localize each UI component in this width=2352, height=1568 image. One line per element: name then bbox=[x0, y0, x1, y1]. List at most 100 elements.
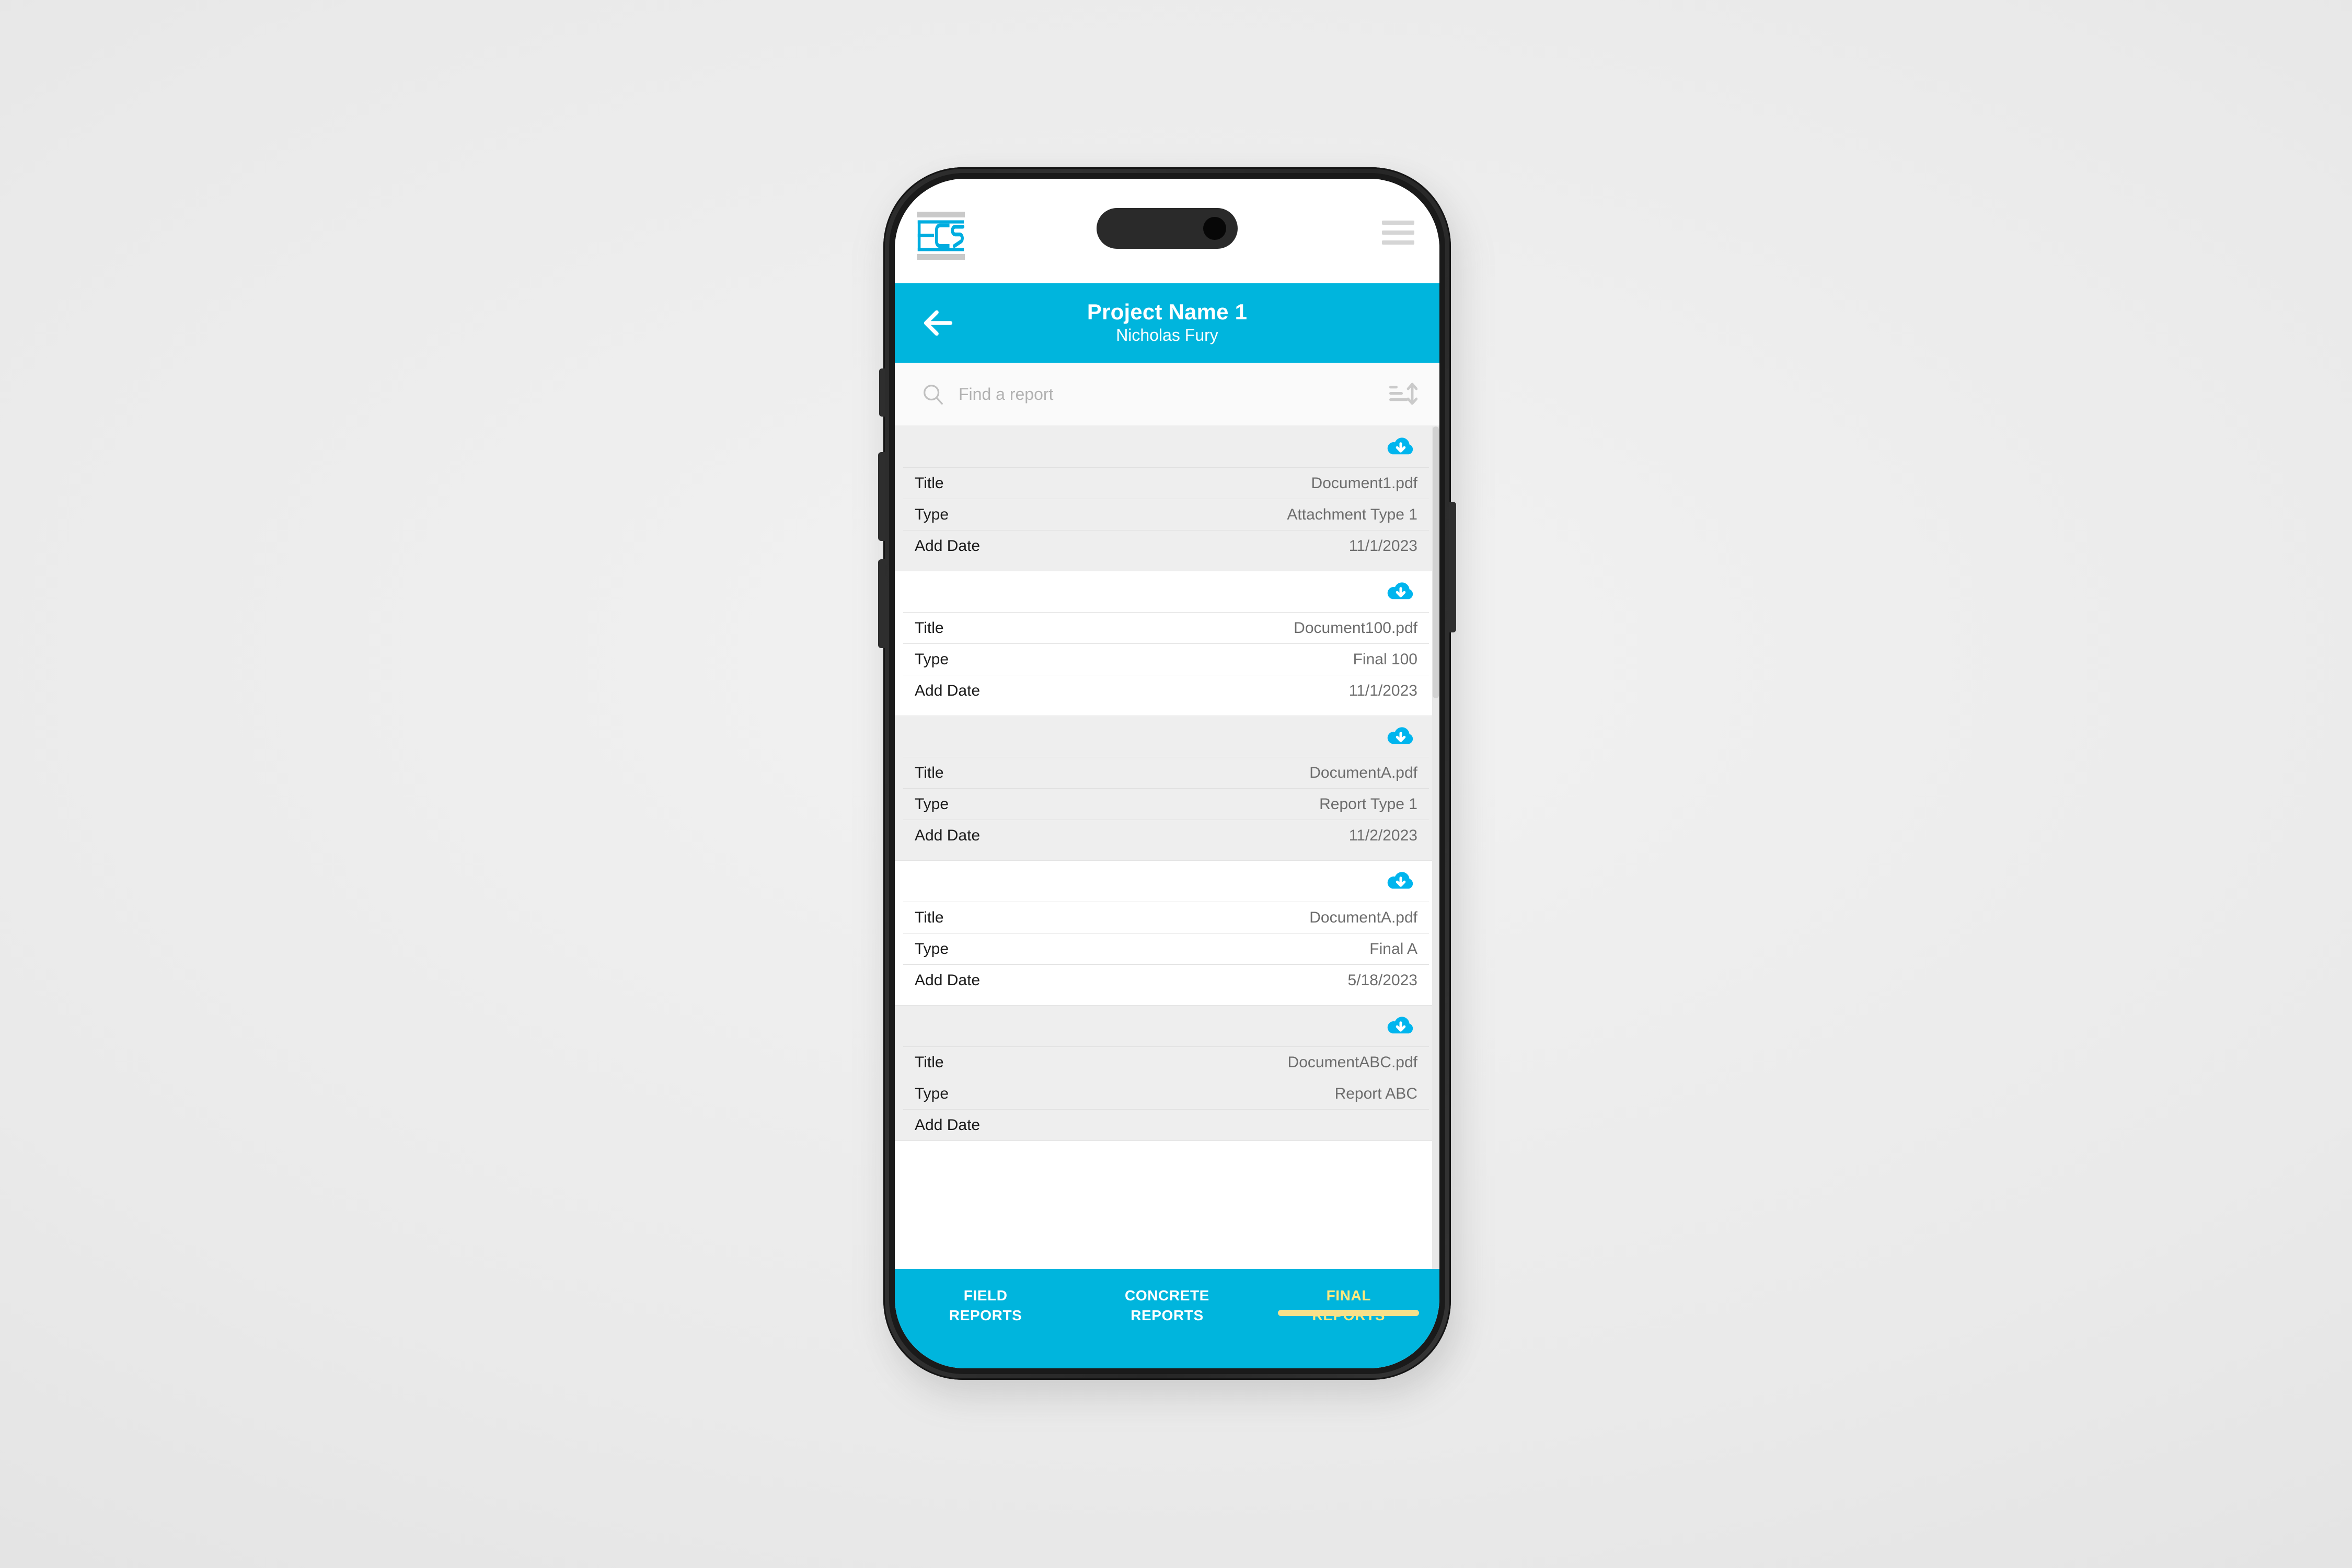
cloud-download-icon[interactable] bbox=[1386, 580, 1415, 604]
row-value-title: DocumentA.pdf bbox=[1309, 764, 1417, 781]
card-action-row bbox=[903, 716, 1429, 757]
row-label-add-date: Add Date bbox=[915, 1116, 981, 1134]
card-action-row bbox=[903, 571, 1429, 612]
hamburger-line-2 bbox=[1382, 230, 1414, 235]
tab-field-reports[interactable]: FIELD REPORTS bbox=[895, 1284, 1076, 1325]
row-value-type: Attachment Type 1 bbox=[1287, 505, 1417, 523]
logo-letters-icon bbox=[917, 219, 965, 252]
card-action-row bbox=[903, 1006, 1429, 1046]
row-value-title: DocumentA.pdf bbox=[1309, 908, 1417, 926]
row-value-type: Final 100 bbox=[1353, 650, 1417, 668]
search-bar bbox=[895, 363, 1439, 426]
list-item[interactable]: Title DocumentA.pdf Type Final A Add Dat… bbox=[895, 861, 1439, 1006]
project-title-group: Project Name 1 Nicholas Fury bbox=[895, 301, 1439, 345]
row-label-add-date: Add Date bbox=[915, 971, 981, 989]
silent-switch-button[interactable] bbox=[879, 368, 885, 417]
ecs-logo[interactable] bbox=[917, 212, 965, 260]
row-value-title: DocumentABC.pdf bbox=[1287, 1053, 1417, 1071]
row-value-type: Report ABC bbox=[1334, 1085, 1417, 1102]
phone-body: Project Name 1 Nicholas Fury Find a repo… bbox=[878, 167, 1456, 1380]
tab-label-line2: REPORTS bbox=[1131, 1307, 1204, 1323]
card-spacer bbox=[903, 996, 1429, 1005]
table-row: Add Date 11/1/2023 bbox=[903, 530, 1429, 561]
table-row: Add Date 11/1/2023 bbox=[903, 675, 1429, 706]
list-item[interactable]: Title DocumentA.pdf Type Report Type 1 A… bbox=[895, 716, 1439, 861]
document-list[interactable]: Title Document1.pdf Type Attachment Type… bbox=[895, 426, 1439, 1269]
table-row: Title DocumentA.pdf bbox=[903, 757, 1429, 788]
list-item[interactable]: Title Document100.pdf Type Final 100 Add… bbox=[895, 571, 1439, 716]
front-camera-icon bbox=[1203, 217, 1226, 240]
row-label-title: Title bbox=[915, 474, 944, 492]
table-row: Title Document100.pdf bbox=[903, 612, 1429, 643]
table-row: Add Date bbox=[903, 1109, 1429, 1140]
table-row: Type Final 100 bbox=[903, 643, 1429, 675]
tab-label-line1: CONCRETE bbox=[1125, 1287, 1209, 1304]
row-label-title: Title bbox=[915, 619, 944, 637]
hamburger-menu-icon[interactable] bbox=[1382, 221, 1414, 245]
row-label-type: Type bbox=[915, 505, 949, 523]
bottom-tab-bar: FIELD REPORTS CONCRETE REPORTS FINAL REP… bbox=[895, 1269, 1439, 1368]
page-title: Project Name 1 bbox=[1087, 299, 1248, 325]
phone-mockup: Project Name 1 Nicholas Fury Find a repo… bbox=[878, 167, 1463, 1401]
card-action-row bbox=[903, 426, 1429, 467]
phone-screen: Project Name 1 Nicholas Fury Find a repo… bbox=[895, 179, 1439, 1368]
row-value-add-date: 5/18/2023 bbox=[1347, 971, 1417, 989]
table-row: Title DocumentABC.pdf bbox=[903, 1046, 1429, 1078]
row-label-add-date: Add Date bbox=[915, 826, 981, 844]
row-value-type: Final A bbox=[1369, 940, 1417, 958]
row-value-add-date: 11/1/2023 bbox=[1348, 537, 1417, 555]
row-label-add-date: Add Date bbox=[915, 537, 981, 555]
tab-concrete-reports[interactable]: CONCRETE REPORTS bbox=[1076, 1284, 1258, 1325]
scrollbar-track[interactable] bbox=[1432, 426, 1439, 1269]
row-value-add-date: 11/1/2023 bbox=[1348, 682, 1417, 699]
cloud-download-icon[interactable] bbox=[1386, 724, 1415, 748]
row-label-type: Type bbox=[915, 940, 949, 958]
list-item[interactable]: Title Document1.pdf Type Attachment Type… bbox=[895, 426, 1439, 571]
card-action-row bbox=[903, 861, 1429, 902]
volume-down-button[interactable] bbox=[878, 559, 885, 648]
project-subtitle: Nicholas Fury bbox=[1116, 326, 1218, 345]
row-value-add-date: 11/2/2023 bbox=[1348, 826, 1417, 844]
cloud-download-icon[interactable] bbox=[1386, 869, 1415, 893]
table-row: Title DocumentA.pdf bbox=[903, 902, 1429, 933]
table-row: Add Date 11/2/2023 bbox=[903, 820, 1429, 851]
row-label-title: Title bbox=[915, 908, 944, 926]
power-button[interactable] bbox=[1449, 502, 1456, 632]
scrollbar-thumb[interactable] bbox=[1433, 426, 1439, 698]
tab-label-line1: FINAL bbox=[1326, 1287, 1371, 1304]
volume-up-button[interactable] bbox=[878, 452, 885, 541]
cloud-download-icon[interactable] bbox=[1386, 435, 1415, 459]
dynamic-island bbox=[1097, 208, 1238, 249]
card-spacer bbox=[903, 706, 1429, 716]
arrow-left-icon[interactable] bbox=[920, 305, 956, 341]
row-value-title: Document100.pdf bbox=[1294, 619, 1417, 637]
logo-bar-bottom bbox=[917, 254, 965, 260]
row-value-type: Report Type 1 bbox=[1319, 795, 1417, 813]
project-header: Project Name 1 Nicholas Fury bbox=[895, 283, 1439, 363]
row-label-type: Type bbox=[915, 795, 949, 813]
tab-label-line2: REPORTS bbox=[949, 1307, 1022, 1323]
logo-bar-top bbox=[917, 212, 965, 217]
row-value-title: Document1.pdf bbox=[1311, 474, 1417, 492]
hamburger-line-1 bbox=[1382, 221, 1414, 225]
sort-ascending-icon[interactable] bbox=[1388, 381, 1418, 408]
table-row: Type Report ABC bbox=[903, 1078, 1429, 1109]
list-item[interactable]: Title DocumentABC.pdf Type Report ABC Ad… bbox=[895, 1006, 1439, 1141]
row-label-type: Type bbox=[915, 650, 949, 668]
search-input[interactable] bbox=[959, 384, 1388, 404]
row-label-type: Type bbox=[915, 1085, 949, 1102]
card-spacer bbox=[903, 851, 1429, 860]
row-label-title: Title bbox=[915, 764, 944, 781]
table-row: Add Date 5/18/2023 bbox=[903, 964, 1429, 996]
hamburger-line-3 bbox=[1382, 240, 1414, 245]
cloud-download-icon[interactable] bbox=[1386, 1014, 1415, 1038]
search-icon bbox=[921, 382, 945, 406]
row-label-add-date: Add Date bbox=[915, 682, 981, 699]
table-row: Title Document1.pdf bbox=[903, 467, 1429, 499]
table-row: Type Report Type 1 bbox=[903, 788, 1429, 820]
table-row: Type Attachment Type 1 bbox=[903, 499, 1429, 530]
active-tab-indicator bbox=[1278, 1309, 1420, 1316]
table-row: Type Final A bbox=[903, 933, 1429, 964]
tab-final-reports[interactable]: FINAL REPORTS bbox=[1258, 1284, 1439, 1325]
tab-label-line1: FIELD bbox=[963, 1287, 1008, 1304]
